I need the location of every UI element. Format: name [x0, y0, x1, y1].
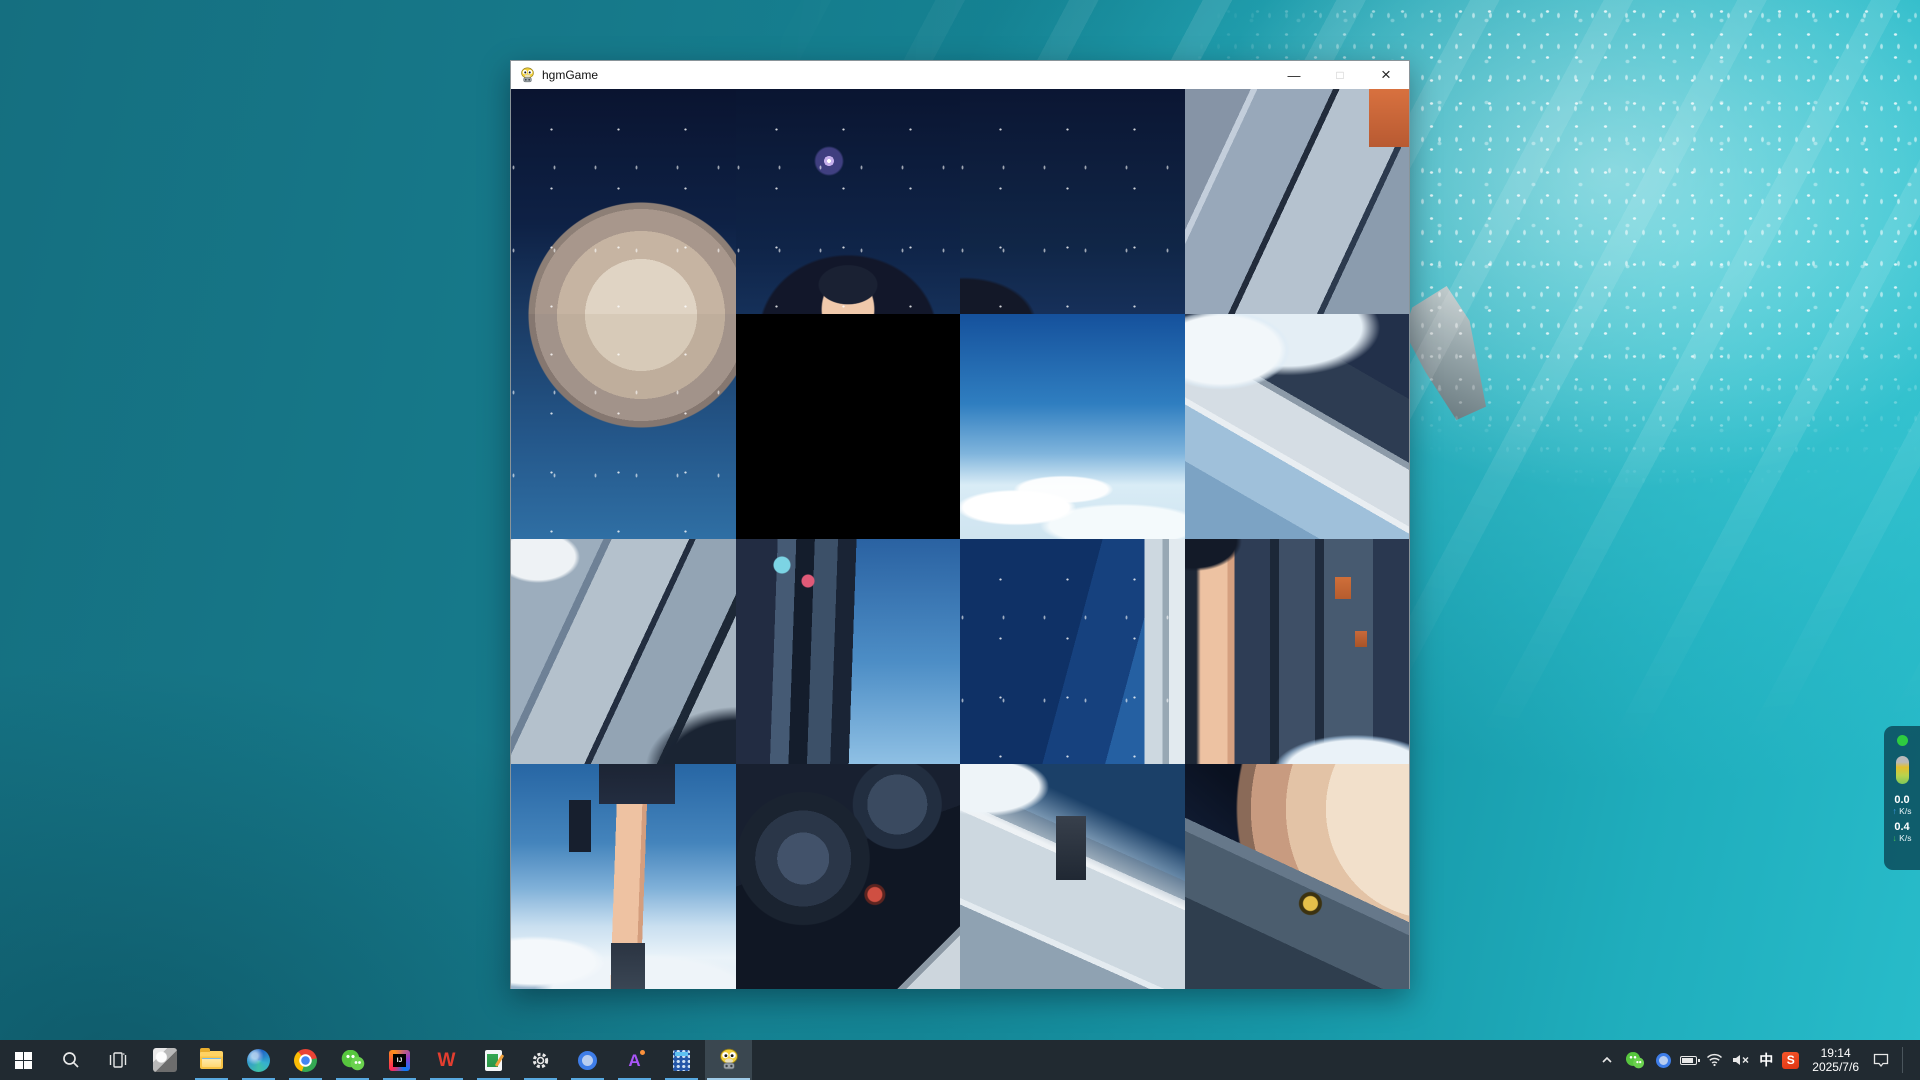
maximize-button[interactable]: □	[1317, 61, 1363, 89]
puzzle-tile-r3c3[interactable]	[960, 539, 1185, 764]
task-view-button[interactable]	[94, 1040, 141, 1080]
wps-office-icon: W	[438, 1051, 456, 1070]
puzzle-board	[511, 89, 1409, 989]
tray-wechat-button[interactable]	[1623, 1050, 1647, 1071]
puzzle-tile-r3c1[interactable]	[511, 539, 736, 764]
show-desktop-button[interactable]	[1912, 1040, 1917, 1080]
window-title: hgmGame	[542, 68, 1271, 82]
puzzle-tile-r2c1[interactable]	[511, 314, 736, 539]
tray-chevron-button[interactable]	[1600, 1054, 1614, 1066]
upload-speed-value: 0.0	[1894, 794, 1909, 806]
download-speed-value: 0.4	[1894, 821, 1909, 833]
minimize-button[interactable]: —	[1271, 61, 1317, 89]
clock-date: 2025/7/6	[1812, 1060, 1859, 1074]
puzzle-tile-r4c4[interactable]	[1185, 764, 1410, 989]
taskbar: IJ W A	[0, 1040, 1920, 1080]
taskbar-item-edge[interactable]	[235, 1040, 282, 1080]
taskbar-item-calculator[interactable]	[658, 1040, 705, 1080]
tray-battery-button[interactable]	[1680, 1056, 1697, 1065]
puzzle-tile-r2c3[interactable]	[960, 314, 1185, 539]
clock-time: 19:14	[1812, 1046, 1859, 1060]
battery-charging-icon	[1680, 1056, 1697, 1065]
chrome-browser-icon	[294, 1049, 317, 1072]
notepad-icon	[485, 1050, 502, 1071]
taskbar-item-cat-app[interactable]	[141, 1040, 188, 1080]
taskbar-item-file-explorer[interactable]	[188, 1040, 235, 1080]
ai-assistant-icon: A	[628, 1052, 640, 1069]
tray-separator	[1902, 1047, 1903, 1073]
calculator-icon	[673, 1050, 690, 1071]
upload-speed-unit: ↑ K/s	[1893, 806, 1912, 817]
pygame-mascot-icon	[519, 67, 536, 84]
taskbar-item-clash[interactable]	[564, 1040, 611, 1080]
taskbar-item-pygame-active[interactable]	[705, 1040, 752, 1080]
taskbar-item-ai-assistant[interactable]: A	[611, 1040, 658, 1080]
download-arrow-icon: ↓	[1893, 833, 1897, 843]
sogou-ime-icon: S	[1782, 1052, 1799, 1069]
taskbar-item-wps[interactable]: W	[423, 1040, 470, 1080]
wifi-icon	[1706, 1053, 1723, 1067]
puzzle-tile-r1c2[interactable]	[736, 89, 961, 314]
edge-browser-icon	[247, 1049, 270, 1072]
windows-logo-icon	[15, 1052, 32, 1069]
taskbar-item-chrome[interactable]	[282, 1040, 329, 1080]
taskbar-item-notepad[interactable]	[470, 1040, 517, 1080]
hgm-game-window: hgmGame — □ ×	[510, 60, 1410, 989]
puzzle-tile-r3c2[interactable]	[736, 539, 961, 764]
wechat-icon	[1626, 1052, 1645, 1069]
puzzle-tile-r4c1[interactable]	[511, 764, 736, 989]
tray-sogou-ime-button[interactable]: S	[1782, 1052, 1799, 1069]
search-button[interactable]	[47, 1040, 94, 1080]
tray-input-language[interactable]: 中	[1759, 1050, 1773, 1070]
puzzle-tile-r1c4[interactable]	[1185, 89, 1410, 314]
wechat-icon	[341, 1050, 365, 1071]
tray-clash-button[interactable]	[1656, 1053, 1671, 1068]
puzzle-tile-r4c3[interactable]	[960, 764, 1185, 989]
action-center-button[interactable]	[1872, 1052, 1890, 1068]
taskbar-item-intellij[interactable]: IJ	[376, 1040, 423, 1080]
search-icon	[61, 1050, 81, 1070]
upload-arrow-icon: ↑	[1893, 806, 1897, 816]
download-speed-unit: ↓ K/s	[1893, 833, 1912, 844]
file-explorer-icon	[200, 1051, 223, 1069]
start-button[interactable]	[0, 1040, 47, 1080]
tray-wifi-button[interactable]	[1706, 1053, 1723, 1067]
puzzle-tile-r1c3[interactable]	[960, 89, 1185, 314]
volume-muted-icon	[1732, 1053, 1750, 1067]
system-tray: 中 S 19:14 2025/7/6	[1600, 1040, 1920, 1080]
puzzle-tile-r4c2[interactable]	[736, 764, 961, 989]
taskbar-item-settings[interactable]	[517, 1040, 564, 1080]
puzzle-tile-r1c1[interactable]	[511, 89, 736, 314]
blue-ring-app-icon	[578, 1051, 597, 1070]
net-speed-widget[interactable]: 0.0 ↑ K/s 0.4 ↓ K/s	[1884, 726, 1920, 870]
task-view-icon	[108, 1050, 128, 1070]
pygame-mascot-icon	[717, 1048, 741, 1072]
puzzle-tile-r2c4[interactable]	[1185, 314, 1410, 539]
puzzle-tile-r3c4[interactable]	[1185, 539, 1410, 764]
taskbar-clock[interactable]: 19:14 2025/7/6	[1808, 1046, 1863, 1074]
taskbar-apps: IJ W A	[0, 1040, 752, 1080]
action-center-icon	[1872, 1052, 1890, 1068]
tray-volume-button[interactable]	[1732, 1053, 1750, 1067]
chevron-up-icon	[1600, 1054, 1614, 1066]
status-dot-icon	[1897, 735, 1908, 746]
cat-photo-icon	[153, 1048, 177, 1072]
close-button[interactable]: ×	[1363, 61, 1409, 89]
window-titlebar[interactable]: hgmGame — □ ×	[511, 61, 1409, 89]
intellij-idea-icon: IJ	[389, 1050, 410, 1071]
gear-icon	[530, 1050, 551, 1071]
blue-ring-app-icon	[1656, 1053, 1671, 1068]
puzzle-empty-slot	[736, 314, 961, 539]
battery-pill-icon	[1896, 756, 1909, 784]
taskbar-item-wechat[interactable]	[329, 1040, 376, 1080]
